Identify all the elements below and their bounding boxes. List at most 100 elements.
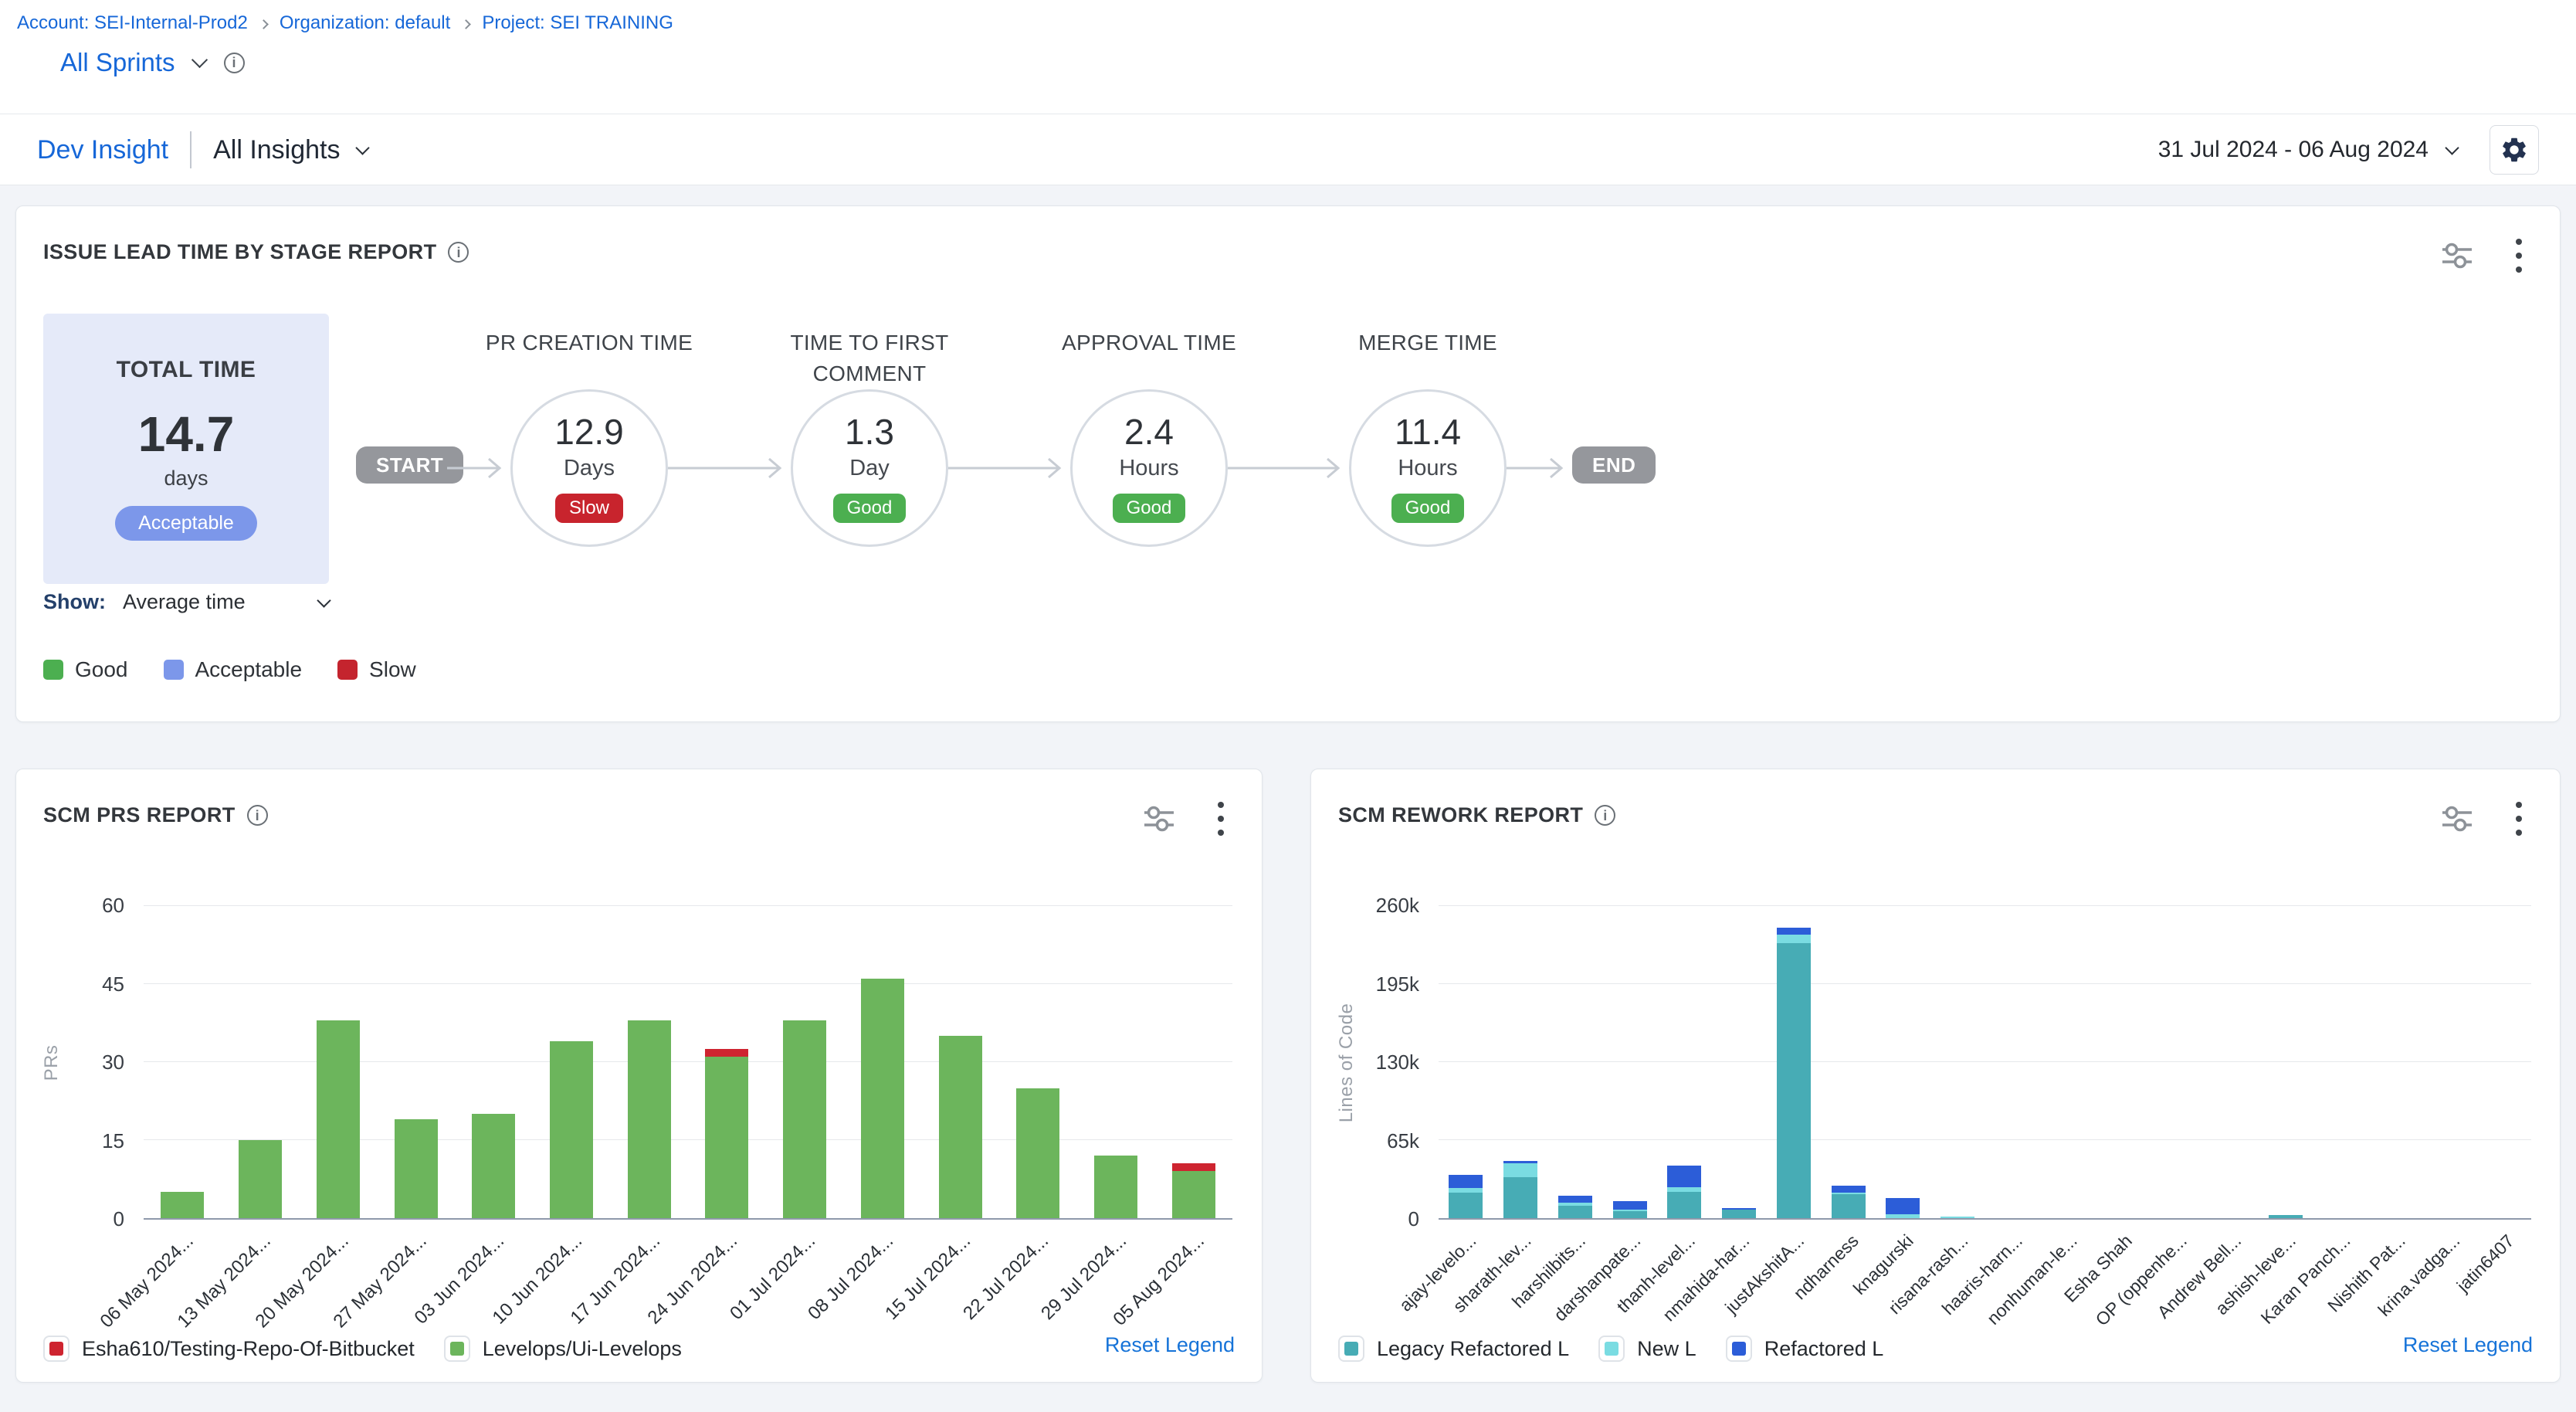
bar[interactable] [1940, 906, 1974, 1218]
legend-item[interactable]: Refactored L [1726, 1336, 1884, 1362]
bar[interactable] [1449, 906, 1483, 1218]
bar[interactable] [1832, 906, 1866, 1218]
date-range-picker[interactable]: 31 Jul 2024 - 06 Aug 2024 [2158, 137, 2457, 163]
stage-title: MERGE TIME [1358, 328, 1497, 389]
filter-sliders-icon [2439, 240, 2475, 271]
legend-checkbox [43, 1336, 69, 1362]
bar[interactable] [1886, 906, 1920, 1218]
legend-item[interactable]: Legacy Refactored L [1338, 1336, 1569, 1362]
flow-arrow [1507, 451, 1572, 485]
breadcrumb-organization[interactable]: Organization: default [280, 12, 450, 34]
chart-legend: Esha610/Testing-Repo-Of-Bitbucket Levelop… [43, 1336, 682, 1362]
reset-legend-link[interactable]: Reset Legend [1105, 1333, 1235, 1357]
info-icon[interactable]: i [247, 805, 268, 826]
settings-button[interactable] [2490, 125, 2539, 175]
bar[interactable] [1016, 906, 1059, 1218]
nav-dev-insight[interactable]: Dev Insight [37, 135, 168, 165]
legend-label: Refactored L [1764, 1337, 1884, 1361]
bar[interactable] [1172, 906, 1215, 1218]
bar[interactable] [2269, 906, 2303, 1218]
bar-segment [1667, 1166, 1701, 1187]
bar-segment [783, 1020, 826, 1218]
stage-time-to-first-comment: TIME TO FIRST COMMENT 1.3 Day Good [754, 328, 985, 547]
stage-circle[interactable]: 1.3 Day Good [791, 389, 948, 547]
bar[interactable] [939, 906, 982, 1218]
stage-value: 11.4 [1395, 413, 1461, 450]
bar[interactable] [2104, 906, 2138, 1218]
widget-menu-button[interactable] [1217, 800, 1225, 837]
x-tick-label: jatin6407 [2453, 1230, 2519, 1296]
total-time-title: TOTAL TIME [117, 357, 256, 383]
breadcrumb-account[interactable]: Account: SEI-Internal-Prod2 [17, 12, 248, 34]
bar[interactable] [2214, 906, 2248, 1218]
reset-legend-link[interactable]: Reset Legend [2403, 1333, 2533, 1357]
sprint-selector[interactable]: All Sprints [60, 48, 175, 77]
bar-segment [1940, 1217, 1974, 1218]
stage-value: 2.4 [1124, 413, 1174, 450]
show-metric-dropdown[interactable]: Show: Average time [43, 590, 329, 614]
panel-title: SCM PRS REPORT [43, 803, 236, 827]
stage-circle[interactable]: 2.4 Hours Good [1070, 389, 1228, 547]
bar[interactable] [1722, 906, 1756, 1218]
bar-chart-plot [144, 906, 1232, 1220]
flow-end-pill: END [1572, 446, 1656, 484]
legend-item[interactable]: New L [1598, 1336, 1696, 1362]
bar[interactable] [705, 906, 748, 1218]
bar[interactable] [1995, 906, 2029, 1218]
bar[interactable] [861, 906, 904, 1218]
stage-title: APPROVAL TIME [1062, 328, 1236, 389]
legend-item[interactable]: Esha610/Testing-Repo-Of-Bitbucket [43, 1336, 415, 1362]
bar[interactable] [2323, 906, 2357, 1218]
insight-selector[interactable]: All Insights [213, 135, 367, 165]
legend-swatch [450, 1342, 464, 1356]
legend-item: Slow [337, 657, 416, 682]
stage-circle[interactable]: 12.9 Days Slow [510, 389, 668, 547]
bar[interactable] [1503, 906, 1537, 1218]
bar[interactable] [783, 906, 826, 1218]
bar[interactable] [1667, 906, 1701, 1218]
widget-filter-button[interactable] [1141, 803, 1177, 834]
legend-item: Acceptable [164, 657, 303, 682]
bar[interactable] [628, 906, 671, 1218]
stage-value: 12.9 [554, 413, 624, 450]
info-icon[interactable]: i [448, 242, 469, 263]
info-icon[interactable]: i [224, 53, 245, 73]
bar[interactable] [317, 906, 360, 1218]
bar[interactable] [1777, 906, 1811, 1218]
bar[interactable] [1558, 906, 1592, 1218]
bar[interactable] [2378, 906, 2412, 1218]
legend-item[interactable]: Levelops/Ui-Levelops [444, 1336, 682, 1362]
kebab-menu-icon [1217, 800, 1225, 837]
breadcrumb-project[interactable]: Project: SEI TRAINING [482, 12, 673, 34]
bar[interactable] [472, 906, 515, 1218]
widget-filter-button[interactable] [2439, 240, 2475, 271]
stage-status-badge: Good [1391, 494, 1465, 523]
bar[interactable] [2159, 906, 2193, 1218]
bar[interactable] [1094, 906, 1137, 1218]
chevron-down-icon[interactable] [191, 52, 207, 68]
stage-circle[interactable]: 11.4 Hours Good [1349, 389, 1507, 547]
widget-menu-button[interactable] [2515, 237, 2523, 274]
bar[interactable] [2432, 906, 2466, 1218]
filter-sliders-icon [2439, 803, 2475, 834]
bar-segment [1172, 1171, 1215, 1218]
widget-menu-button[interactable] [2515, 800, 2523, 837]
y-tick-label: 0 [1408, 1207, 1419, 1231]
y-tick-label: 15 [102, 1129, 124, 1153]
vertical-divider [190, 131, 192, 168]
bar[interactable] [161, 906, 204, 1218]
bar[interactable] [550, 906, 593, 1218]
stage-pr-creation: PR CREATION TIME 12.9 Days Slow [473, 328, 705, 547]
bar[interactable] [239, 906, 282, 1218]
bar[interactable] [2487, 906, 2521, 1218]
legend-label: Esha610/Testing-Repo-Of-Bitbucket [82, 1337, 415, 1361]
bar[interactable] [1613, 906, 1647, 1218]
bar-segment [705, 1057, 748, 1218]
legend-swatch [164, 660, 184, 680]
bar-segment [1558, 1206, 1592, 1218]
info-icon[interactable]: i [1595, 805, 1615, 826]
bar[interactable] [395, 906, 438, 1218]
breadcrumb: Account: SEI-Internal-Prod2 Organization… [17, 12, 673, 34]
widget-filter-button[interactable] [2439, 803, 2475, 834]
bar[interactable] [2050, 906, 2084, 1218]
